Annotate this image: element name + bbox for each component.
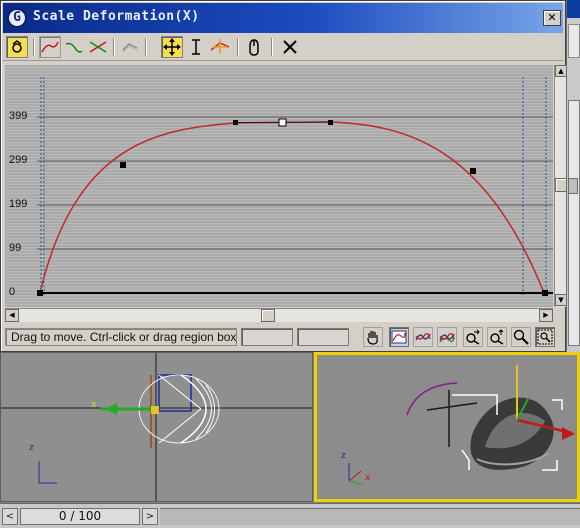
swap-deform-curves-button[interactable] xyxy=(119,36,141,58)
y-tick-label: 199 xyxy=(9,198,28,210)
move-control-point-button[interactable] xyxy=(161,36,183,58)
time-slider-bar: < 0 / 100 > xyxy=(0,503,580,528)
scale-deformation-dialog: G Scale Deformation(X) ✕ 399 299 199 99 … xyxy=(0,0,567,352)
curve-graph-canvas xyxy=(5,65,553,307)
close-button[interactable]: ✕ xyxy=(543,10,561,26)
panel-section xyxy=(568,100,580,346)
zoom-horizontal-extents-button[interactable] xyxy=(413,327,433,347)
viewport-front-scene xyxy=(1,353,312,501)
selected-control-point xyxy=(278,118,287,127)
panel-section xyxy=(568,24,580,58)
point-y-field[interactable] xyxy=(297,328,349,346)
toolbar-separator xyxy=(145,38,147,56)
status-bar: Drag to move. Ctrl-click or drag region … xyxy=(3,325,563,349)
title-bar[interactable]: G Scale Deformation(X) ✕ xyxy=(3,3,563,33)
display-xy-axes-icon xyxy=(89,41,107,53)
panel-header xyxy=(567,0,580,18)
command-panel-strip xyxy=(566,0,580,352)
control-point xyxy=(470,168,476,174)
zoom-region-icon xyxy=(537,329,553,345)
display-y-axis-icon xyxy=(65,42,83,53)
zoom-vertical-icon xyxy=(490,329,504,345)
display-x-axis-button[interactable] xyxy=(39,36,61,58)
scale-control-point-icon xyxy=(192,39,200,55)
axis-label-x: x xyxy=(365,473,371,483)
control-point xyxy=(37,290,43,296)
display-xy-axes-button[interactable] xyxy=(87,36,109,58)
toolbar-separator xyxy=(237,38,239,56)
zoom-horizontal-icon xyxy=(466,329,480,345)
insert-corner-point-icon xyxy=(210,39,230,54)
toolbar-separator xyxy=(271,38,273,56)
viewport-perspective-scene xyxy=(348,365,575,486)
y-tick-label: 399 xyxy=(9,110,28,122)
scroll-right-button[interactable]: ▶ xyxy=(539,309,553,322)
zoom-vertical-extents-icon xyxy=(439,333,455,343)
time-slider[interactable]: 0 / 100 xyxy=(20,508,140,525)
display-x-axis-icon xyxy=(41,41,59,53)
zoom-vertical-button[interactable] xyxy=(487,327,507,347)
status-message: Drag to move. Ctrl-click or drag region … xyxy=(5,328,237,346)
y-tick-label: 0 xyxy=(9,286,16,298)
swap-deform-curves-icon xyxy=(122,43,138,53)
scroll-left-button[interactable]: ◀ xyxy=(5,309,19,322)
insert-corner-point-button[interactable] xyxy=(209,36,231,58)
dialog-title: Scale Deformation(X) xyxy=(33,9,200,24)
app-logo-icon: G xyxy=(7,8,27,28)
point-x-field[interactable] xyxy=(241,328,293,346)
viewport-front[interactable]: x z xyxy=(0,352,313,502)
zoom-extents-icon xyxy=(391,330,407,344)
delete-control-point-button[interactable] xyxy=(243,36,265,58)
viewport-perspective[interactable]: z x xyxy=(314,352,580,502)
deformation-curve-graph[interactable]: 399 299 199 99 0 xyxy=(5,65,553,307)
control-point xyxy=(542,290,548,296)
bezier-handle xyxy=(328,120,333,125)
toolbar-separator xyxy=(33,38,35,56)
scroll-up-button[interactable]: ▲ xyxy=(555,65,567,77)
control-point xyxy=(120,162,126,168)
zoom-region-button[interactable] xyxy=(535,327,555,347)
axis-label-x: x xyxy=(91,400,97,410)
previous-frame-button[interactable]: < xyxy=(2,508,18,525)
vertical-scroll-thumb[interactable] xyxy=(555,178,567,192)
vertical-scrollbar[interactable]: ▲ ▼ xyxy=(554,65,567,307)
zoom-icon xyxy=(513,329,529,345)
toolbar-separator xyxy=(113,38,115,56)
reset-curve-icon xyxy=(283,40,297,54)
reset-curve-button[interactable] xyxy=(279,36,301,58)
pan-hand-icon xyxy=(367,331,378,345)
zoom-extents-button[interactable] xyxy=(389,327,409,347)
y-tick-label: 99 xyxy=(9,242,22,254)
horizontal-scroll-thumb[interactable] xyxy=(261,309,275,322)
bezier-handle xyxy=(233,120,238,125)
zoom-horizontal-button[interactable] xyxy=(463,327,483,347)
deformation-toolbar xyxy=(3,34,563,61)
make-symmetrical-icon xyxy=(12,40,22,53)
horizontal-scrollbar[interactable]: ◀ ▶ xyxy=(5,308,553,322)
display-y-axis-button[interactable] xyxy=(63,36,85,58)
zoom-vertical-extents-button[interactable] xyxy=(437,327,457,347)
axis-label-z: z xyxy=(341,451,346,461)
delete-control-point-icon xyxy=(249,39,259,56)
track-bar[interactable] xyxy=(160,508,580,525)
panel-scroll-thumb[interactable] xyxy=(568,178,578,194)
move-control-point-icon xyxy=(163,38,181,56)
zoom-horizontal-extents-icon xyxy=(415,333,431,341)
scale-control-point-button[interactable] xyxy=(185,36,207,58)
make-symmetrical-button[interactable] xyxy=(6,36,28,58)
scroll-down-button[interactable]: ▼ xyxy=(555,294,567,306)
axis-label-z: z xyxy=(29,443,34,453)
next-frame-button[interactable]: > xyxy=(142,508,158,525)
pan-button[interactable] xyxy=(363,327,383,347)
y-tick-label: 299 xyxy=(9,154,28,166)
zoom-button[interactable] xyxy=(511,327,531,347)
